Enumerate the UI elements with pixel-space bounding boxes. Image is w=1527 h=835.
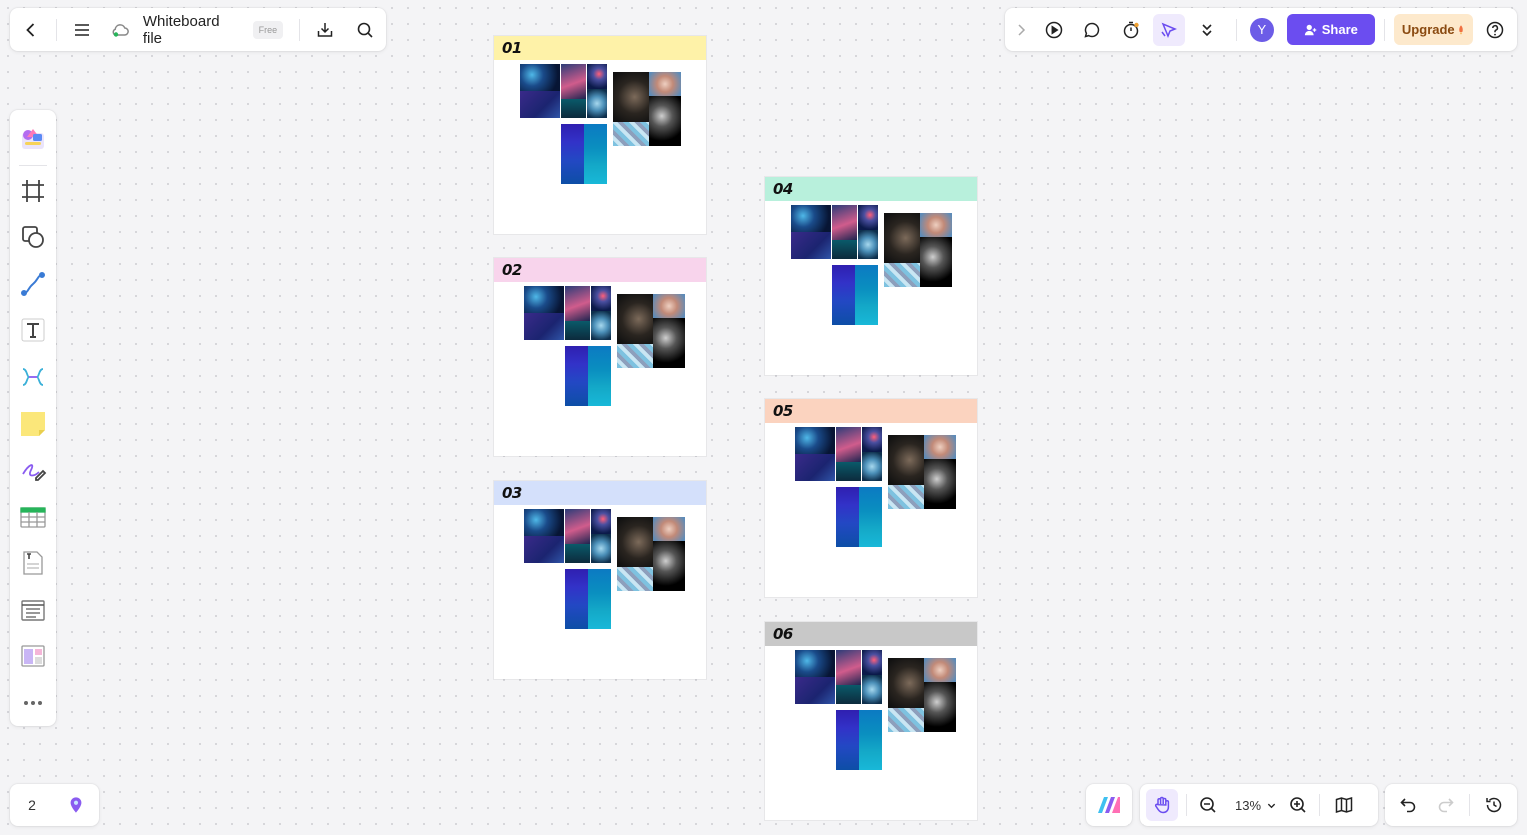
image-collage[interactable] [795,427,965,577]
menu-icon[interactable] [67,14,97,46]
template-icon[interactable] [15,122,51,157]
upgrade-button[interactable]: Upgrade [1394,14,1473,45]
text-icon[interactable] [15,313,51,348]
pen-icon[interactable] [15,453,51,488]
add-user-icon [1304,24,1317,35]
divider [1469,794,1471,816]
image-collage[interactable] [791,205,961,355]
page-count[interactable]: 2 [18,797,46,813]
frame-icon[interactable] [15,174,51,209]
frame-label: 01 [502,39,522,57]
hand-pan-icon[interactable] [1146,789,1178,821]
frame-label: 06 [773,625,793,643]
timer-icon[interactable] [1115,14,1146,46]
frame-header: 03 [494,481,706,505]
image-collage[interactable] [795,650,965,800]
zoom-in-icon[interactable] [1285,789,1311,821]
present-play-icon[interactable] [1038,14,1069,46]
image-collage[interactable] [524,509,694,659]
comment-icon[interactable] [1076,14,1107,46]
share-button[interactable]: Share [1286,14,1376,45]
frame-02[interactable]: 02 [494,258,706,456]
user-avatar[interactable]: Y [1250,17,1274,42]
list-icon[interactable] [15,592,51,627]
sticky-note-icon[interactable] [15,406,51,441]
more-icon[interactable] [15,686,51,721]
zoom-level-dropdown[interactable]: 13% [1227,798,1279,813]
frame-label: 03 [502,484,522,502]
document-icon[interactable] [15,546,51,581]
search-icon[interactable] [350,14,380,46]
redo-icon[interactable] [1431,789,1461,821]
rocket-icon [1458,24,1463,35]
divider [1186,794,1187,816]
table-icon[interactable] [15,499,51,534]
minimap-icon[interactable] [1328,789,1360,821]
top-left-toolbar: Whiteboard file Free [10,8,386,51]
back-icon[interactable] [16,14,46,46]
zoom-level: 13% [1235,797,1262,813]
left-toolbar [10,110,56,726]
image-collage[interactable] [520,64,690,214]
frame-header: 05 [765,399,977,423]
frame-label: 02 [502,261,522,279]
help-icon[interactable] [1480,14,1511,46]
shape-icon[interactable] [15,220,51,255]
frame-01[interactable]: 01 [494,36,706,234]
location-pin-icon[interactable] [64,793,88,817]
frame-label: 04 [773,180,793,198]
frame-header: 01 [494,36,706,60]
history-icon[interactable] [1479,789,1509,821]
file-title[interactable]: Whiteboard file [143,13,237,47]
expand-chevron-icon[interactable] [1011,14,1031,46]
page-panel: 2 [10,784,99,826]
plan-badge: Free [252,20,284,39]
ai-assistant-panel [1086,784,1132,826]
zoom-out-icon[interactable] [1195,789,1221,821]
divider [1236,18,1238,41]
top-right-toolbar: Y Share Upgrade [1005,8,1517,51]
divider [299,18,301,41]
chevron-down-icon [1267,803,1276,808]
divider [1319,794,1320,816]
frame-03[interactable]: 03 [494,481,706,679]
frame-05[interactable]: 05 [765,399,977,597]
connector-icon[interactable] [15,267,51,302]
layout-icon[interactable] [15,639,51,674]
zoom-panel: 13% [1140,784,1378,826]
divider [55,18,57,41]
frame-04[interactable]: 04 [765,177,977,375]
cursor-follow-icon[interactable] [1153,13,1185,46]
ai-logo-icon[interactable] [1093,789,1125,821]
undo-icon[interactable] [1393,789,1423,821]
cloud-sync-icon [105,14,135,46]
history-panel [1385,784,1517,826]
share-label: Share [1321,22,1358,37]
frame-header: 06 [765,622,977,646]
upgrade-label: Upgrade [1401,22,1455,37]
mindmap-icon[interactable] [15,360,51,395]
frame-label: 05 [773,402,793,420]
download-icon[interactable] [310,14,340,46]
collapse-double-chevron-icon[interactable] [1192,14,1223,46]
frame-header: 02 [494,258,706,282]
divider [19,164,47,166]
frame-header: 04 [765,177,977,201]
divider [1384,18,1386,41]
image-collage[interactable] [524,286,694,436]
frame-06[interactable]: 06 [765,622,977,820]
